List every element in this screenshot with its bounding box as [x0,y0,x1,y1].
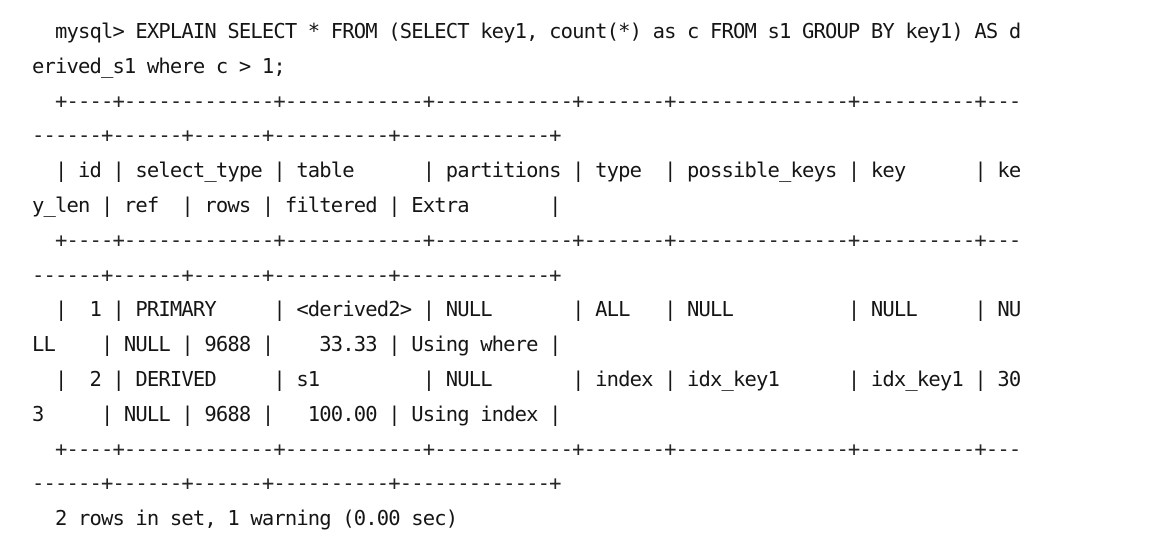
table-rule-bottom: +----+-------------+------------+-------… [32,436,1021,461]
table-header-row-wrap: y_len | ref | rows | filtered | Extra | [32,192,561,217]
query-line-wrap: erived_s1 where c > 1; [32,53,286,78]
table-rule-bottom-wrap: ------+------+------+----------+--------… [32,471,561,496]
table-rule-header: +----+-------------+------------+-------… [32,227,1021,252]
terminal-output-pane[interactable]: mysql> EXPLAIN SELECT * FROM (SELECT key… [0,0,1156,558]
status-line: 2 rows in set, 1 warning (0.00 sec) [32,506,458,531]
table-rule-header-wrap: ------+------+------+----------+--------… [32,262,561,287]
query-line: mysql> EXPLAIN SELECT * FROM (SELECT key… [32,19,1021,43]
table-header-row: | id | select_type | table | partitions … [32,158,1021,183]
table-row-wrap: LL | NULL | 9688 | 33.33 | Using where | [32,332,561,357]
table-rule-top: +----+-------------+------------+-------… [32,88,1021,113]
table-row: | 1 | PRIMARY | <derived2> | NULL | ALL … [32,297,1021,322]
table-row: | 2 | DERIVED | s1 | NULL | index | idx_… [32,366,1021,391]
table-rule-top-wrap: ------+------+------+----------+--------… [32,123,561,148]
table-row-wrap: 3 | NULL | 9688 | 100.00 | Using index | [32,401,561,426]
